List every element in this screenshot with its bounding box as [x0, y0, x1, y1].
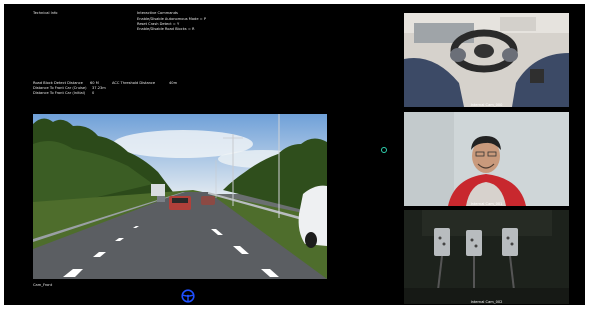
driver-face-scene — [404, 112, 569, 206]
internal-camera-002: Internal Cam_002 — [404, 210, 569, 304]
internal-camera-000-label: Internal Cam_000 — [470, 103, 503, 107]
status-ring-icon — [381, 147, 387, 153]
acc-threshold-value: 40m — [169, 81, 178, 85]
internal-camera-000: Internal Cam_000 — [404, 13, 569, 107]
info-value: False — [90, 62, 131, 81]
front-camera-label: Cam_Front — [33, 283, 53, 287]
internal-camera-002-label: Internal Cam_002 — [470, 300, 503, 304]
acc-threshold-label: ACC Threshold Distance — [112, 81, 156, 85]
technical-info-title: Technical Info — [33, 11, 58, 15]
internal-camera-001-label: Internal Cam_001 — [470, 202, 503, 206]
distance-initial-label: Distance To Front Car (Initial) — [33, 91, 86, 95]
interactive-commands-title: Interactive Commands — [137, 11, 178, 15]
road-scene — [33, 114, 327, 279]
front-camera-view — [33, 114, 327, 279]
info-row: Crashed False — [33, 62, 133, 81]
hands-wheel-scene — [404, 13, 569, 107]
simulator-screen: Technical Info Current_Speed 56 MPH Rpm_… — [4, 4, 585, 305]
pedals-scene — [404, 210, 569, 304]
internal-camera-001: Internal Cam_001 — [404, 112, 569, 206]
command-item: Enable/Disable Road Blocks = R — [137, 27, 195, 31]
steering-wheel-icon — [181, 289, 195, 303]
distance-initial-value: 0 — [92, 91, 95, 95]
